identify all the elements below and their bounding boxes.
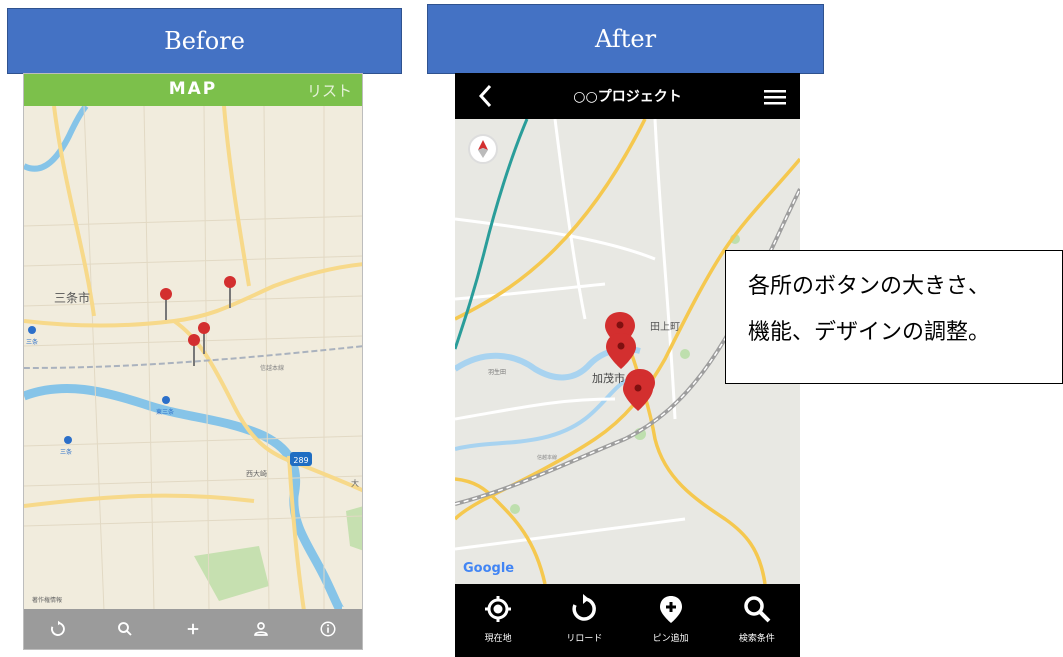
before-list-tab[interactable]: リスト [307, 80, 352, 101]
before-phone-screen: MAP リスト 289 三条市 東三条 三条 三条 信越本線 西大崎 大 著作権… [23, 73, 363, 650]
current-location-icon [485, 596, 512, 622]
google-logo-text: Google [463, 561, 515, 576]
before-road-number: 289 [293, 456, 308, 465]
user-icon[interactable] [250, 618, 272, 640]
after-header-title: ○○プロジェクト [573, 89, 682, 105]
search-conditions-button[interactable]: 検索条件 [714, 584, 800, 657]
before-railway-label: 信越本線 [260, 364, 284, 372]
before-toolbar [24, 609, 362, 649]
plus-icon[interactable] [182, 618, 204, 640]
info-icon[interactable] [317, 618, 339, 640]
reload-label: リロード [566, 634, 603, 644]
before-label: Before [7, 8, 402, 74]
after-railway-label: 信越本線 [537, 454, 557, 461]
after-label: After [427, 4, 824, 74]
current-location-label: 現在地 [484, 634, 512, 644]
after-town-label: 加茂市 [592, 371, 625, 385]
search-icon[interactable] [114, 618, 136, 640]
after-area2-label: 羽生田 [488, 368, 506, 376]
after-area1-label: 田上町 [650, 321, 680, 333]
after-header-bar: ○○プロジェクト [455, 73, 800, 119]
callout-line-2: 機能、デザインの調整。 [748, 320, 991, 345]
before-header-bar: MAP リスト [24, 74, 362, 106]
after-toolbar: 現在地 リロード ピン追加 検索条件 [455, 584, 800, 657]
callout-line-1: 各所のボタンの大きさ、 [748, 274, 991, 299]
after-label-text: After [594, 25, 657, 53]
before-station1-label: 東三条 [156, 408, 174, 416]
before-district-label: 西大崎 [246, 469, 267, 478]
before-station3-label: 三条 [26, 338, 38, 346]
google-logo: Google [463, 561, 514, 576]
before-attribution[interactable]: 著作権情報 [32, 596, 62, 604]
current-location-button[interactable]: 現在地 [455, 584, 541, 657]
add-pin-label: ピン追加 [652, 634, 689, 644]
add-pin-icon [659, 596, 682, 623]
before-station2-label: 三条 [60, 448, 72, 456]
reload-icon[interactable] [47, 618, 69, 640]
compass-icon[interactable] [468, 134, 498, 164]
before-city-label: 三条市 [54, 290, 90, 305]
hamburger-menu-icon[interactable] [764, 87, 786, 107]
search-conditions-label: 検索条件 [738, 634, 775, 644]
add-pin-button[interactable]: ピン追加 [628, 584, 714, 657]
reload-button[interactable]: リロード [541, 584, 627, 657]
reload-icon [572, 594, 597, 621]
search-icon [744, 596, 771, 623]
before-map[interactable]: 289 三条市 東三条 三条 三条 信越本線 西大崎 大 著作権情報 [24, 106, 363, 611]
callout-box: 各所のボタンの大きさ、 機能、デザインの調整。 [725, 250, 1063, 384]
before-edge-label: 大 [351, 478, 359, 488]
before-label-text: Before [164, 27, 245, 55]
